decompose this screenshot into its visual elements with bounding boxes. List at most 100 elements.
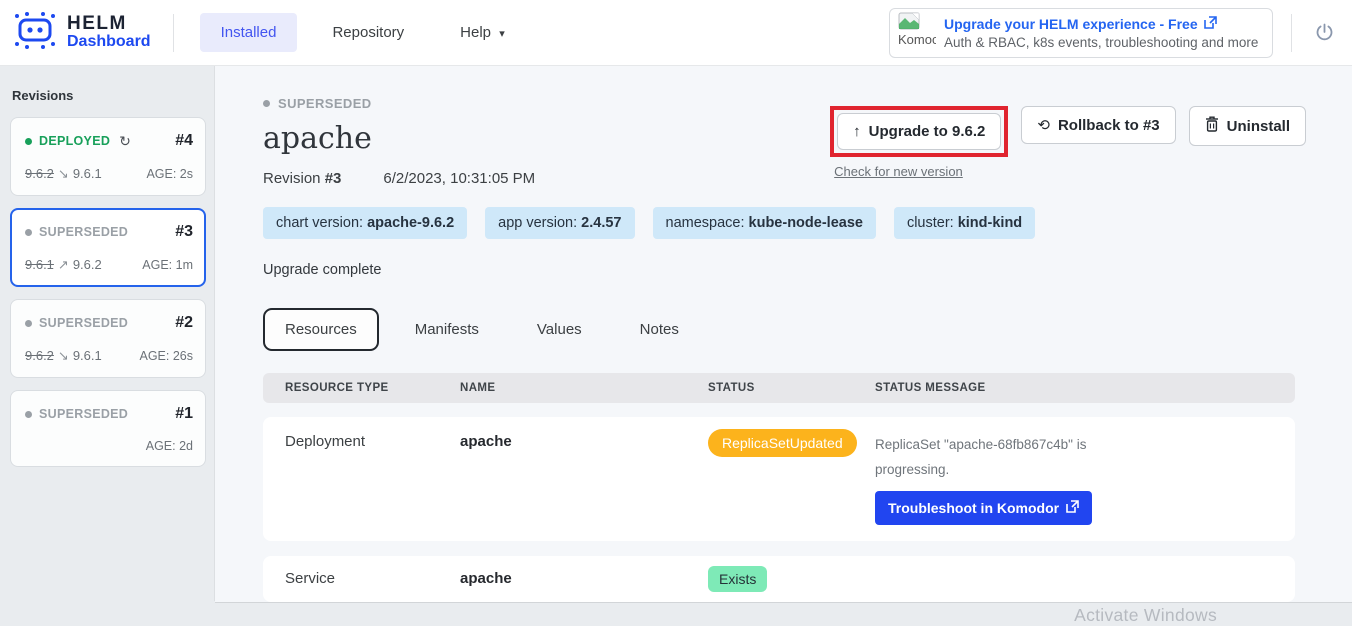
version-from: 9.6.1 <box>25 257 54 272</box>
power-button[interactable] <box>1310 19 1338 47</box>
table-row: Service apache Exists <box>263 556 1295 602</box>
version-from: 9.6.2 <box>25 166 54 181</box>
resource-type: Service <box>285 570 460 587</box>
tab-notes[interactable]: Notes <box>618 308 701 351</box>
rollback-button-label: Rollback to #3 <box>1058 117 1160 134</box>
release-detail-panel: SUPERSEDED apache Revision #3 6/2/2023, … <box>215 66 1352 602</box>
status-dot <box>25 320 32 327</box>
revision-status: DEPLOYED ↻ <box>25 133 131 150</box>
nav-divider <box>173 14 174 52</box>
external-link-icon <box>1066 500 1079 516</box>
banner-title-text: Upgrade your HELM experience - Free <box>944 16 1198 32</box>
resource-type: Deployment <box>285 433 460 450</box>
troubleshoot-button-label: Troubleshoot in Komodor <box>888 500 1059 516</box>
check-new-version-link[interactable]: Check for new version <box>834 164 963 179</box>
chart-version-badge: chart version: apache-9.6.2 <box>263 207 467 239</box>
revision-card-4[interactable]: DEPLOYED ↻ #4 9.6.2↘9.6.1 AGE: 2s <box>10 117 206 196</box>
status-dot <box>25 138 32 145</box>
resources-table: RESOURCE TYPE NAME STATUS STATUS MESSAGE… <box>263 373 1295 602</box>
revision-label: Revision #3 <box>263 170 341 187</box>
revision-card-3-selected[interactable]: SUPERSEDED #3 9.6.1 ↗ 9.6.2 AGE: 1m <box>10 208 206 287</box>
logo-title: HELM <box>67 14 151 34</box>
tab-resources[interactable]: Resources <box>263 308 379 351</box>
revision-status: SUPERSEDED <box>25 225 128 239</box>
revisions-sidebar: Revisions DEPLOYED ↻ #4 9.6.2↘9.6.1 AGE:… <box>0 66 215 601</box>
table-row: Deployment apache ReplicaSetUpdated Repl… <box>263 417 1295 541</box>
release-description: Upgrade complete <box>263 262 1352 278</box>
status-dot <box>25 229 32 236</box>
revisions-heading: Revisions <box>12 88 206 103</box>
upgrade-button-label: Upgrade to 9.6.2 <box>869 123 986 140</box>
tab-manifests[interactable]: Manifests <box>393 308 501 351</box>
detail-tabs: Resources Manifests Values Notes <box>263 308 1352 351</box>
version-arrow-icon: ↘ <box>58 348 69 363</box>
status-dot <box>263 100 270 107</box>
version-to: 9.6.1 <box>73 166 102 181</box>
resource-name: apache <box>460 570 708 587</box>
revision-number: #3 <box>175 223 193 241</box>
helm-dashboard-app: HELM Dashboard Installed Repository Help… <box>0 0 1352 601</box>
revision-age: AGE: 26s <box>140 349 194 363</box>
namespace-badge: namespace: kube-node-lease <box>653 207 876 239</box>
troubleshoot-button[interactable]: Troubleshoot in Komodor <box>875 491 1092 525</box>
revision-number: #2 <box>175 314 193 332</box>
release-info-badges: chart version: apache-9.6.2 app version:… <box>263 207 1352 239</box>
komodor-broken-image: Komoc <box>898 12 936 54</box>
release-status-label: SUPERSEDED <box>278 96 372 111</box>
revision-number: #1 <box>175 405 193 423</box>
revision-card-1[interactable]: SUPERSEDED #1 AGE: 2d <box>10 390 206 467</box>
nav-item-help[interactable]: Help ▾ <box>439 13 526 52</box>
revision-status-label: SUPERSEDED <box>39 407 128 421</box>
logo-text: HELM Dashboard <box>67 14 151 51</box>
revision-date: 6/2/2023, 10:31:05 PM <box>383 170 535 187</box>
banner-text: Upgrade your HELM experience - Free Auth… <box>944 16 1258 50</box>
revision-status: SUPERSEDED <box>25 316 128 330</box>
revision-age: AGE: 2s <box>146 167 193 181</box>
status-dot <box>25 411 32 418</box>
version-to: 9.6.1 <box>73 348 102 363</box>
revision-number: #4 <box>175 132 193 150</box>
upgrade-group: ↑ Upgrade to 9.6.2 Check for new version <box>830 106 1008 181</box>
refresh-icon[interactable]: ↻ <box>119 133 131 150</box>
external-link-icon <box>1204 16 1217 32</box>
version-from: 9.6.2 <box>25 348 54 363</box>
tab-values[interactable]: Values <box>515 308 604 351</box>
uninstall-button-label: Uninstall <box>1227 118 1290 135</box>
revision-card-2[interactable]: SUPERSEDED #2 9.6.2 ↘ 9.6.1 AGE: 26s <box>10 299 206 378</box>
col-name: NAME <box>460 382 708 394</box>
logo-subtitle: Dashboard <box>67 34 151 51</box>
help-label: Help <box>460 24 491 41</box>
status-message: ReplicaSet "apache-68fb867c4b" is progre… <box>875 433 1295 483</box>
status-badge: ReplicaSetUpdated <box>708 429 857 457</box>
nav-item-repository[interactable]: Repository <box>311 13 425 52</box>
top-nav: HELM Dashboard Installed Repository Help… <box>0 0 1352 66</box>
revision-age: AGE: 2d <box>146 439 193 453</box>
upgrade-button[interactable]: ↑ Upgrade to 9.6.2 <box>837 113 1001 150</box>
cluster-badge: cluster: kind-kind <box>894 207 1035 239</box>
version-arrow-icon: ↗ <box>58 257 69 272</box>
banner-subtitle: Auth & RBAC, k8s events, troubleshooting… <box>944 35 1258 50</box>
banner-title: Upgrade your HELM experience - Free <box>944 16 1258 32</box>
revision-number: #3 <box>325 170 342 187</box>
app-version-badge: app version: 2.4.57 <box>485 207 634 239</box>
revision-status: SUPERSEDED <box>25 407 128 421</box>
table-header: RESOURCE TYPE NAME STATUS STATUS MESSAGE <box>263 373 1295 403</box>
status-badge: Exists <box>708 566 767 592</box>
uninstall-button[interactable]: Uninstall <box>1189 106 1306 146</box>
revision-status-label: SUPERSEDED <box>39 225 128 239</box>
rollback-button[interactable]: ⟲ Rollback to #3 <box>1021 106 1175 144</box>
revision-status-label: SUPERSEDED <box>39 316 128 330</box>
bottom-strip <box>215 602 1352 603</box>
helm-logo[interactable]: HELM Dashboard <box>12 9 151 56</box>
nav-menu: Installed Repository Help ▾ <box>200 13 526 52</box>
version-to: 9.6.2 <box>73 257 102 272</box>
broken-image-alt-text: Komoc <box>898 32 936 47</box>
nav-divider <box>1291 14 1292 52</box>
col-status-message: STATUS MESSAGE <box>875 382 1295 394</box>
revision-age: AGE: 1m <box>142 258 193 272</box>
komodor-upgrade-banner[interactable]: Komoc Upgrade your HELM experience - Fre… <box>889 8 1273 58</box>
activate-windows-watermark: Activate Windows <box>1074 605 1217 626</box>
nav-item-installed[interactable]: Installed <box>200 13 298 52</box>
trash-icon <box>1205 116 1219 136</box>
col-status: STATUS <box>708 382 875 394</box>
